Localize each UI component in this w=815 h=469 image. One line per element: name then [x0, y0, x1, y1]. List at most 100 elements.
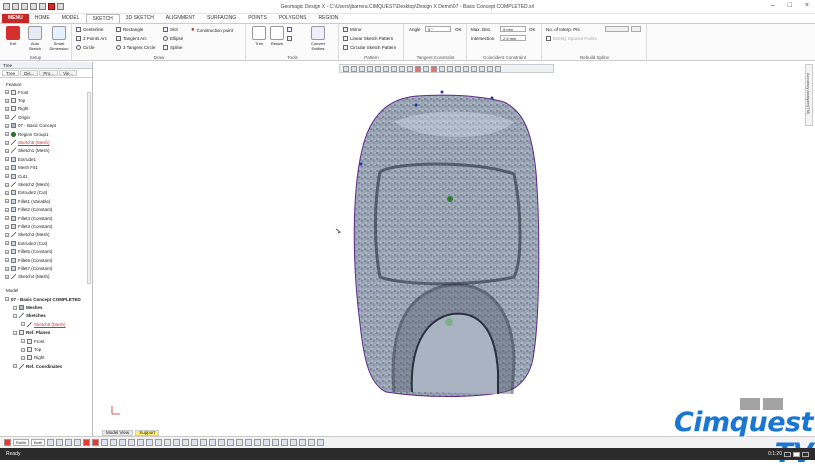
tree-item[interactable]: + Fillet6 (Constant) [5, 256, 52, 264]
tree-item[interactable]: + Fillet3 (Constant) [5, 222, 52, 230]
bottom-tool-28-icon[interactable] [290, 439, 298, 446]
bottom-tool-15-icon[interactable] [173, 439, 181, 446]
circular-pattern-button[interactable]: Circular Sketch Pattern [343, 45, 396, 50]
tangent-arc-button[interactable]: Tangent Arc [116, 36, 147, 41]
three-tangent-circle-button[interactable]: 3 Tangent Circle [116, 45, 155, 50]
tree-item[interactable]: + Cut1 [5, 172, 28, 180]
tab-view[interactable]: Vie... [59, 70, 78, 76]
intersection-field[interactable]: 2.5 mm [500, 35, 526, 41]
model-tree-item[interactable]: − Top [21, 345, 41, 353]
tree-item[interactable]: + Sketch2 (Mesh) [5, 180, 50, 188]
circle-button[interactable]: Circle [76, 45, 95, 50]
expand-toggle-icon[interactable]: + [5, 115, 9, 120]
menu-region[interactable]: REGION [313, 14, 345, 23]
bottom-tool-18-icon[interactable] [200, 439, 208, 446]
tangent-ok-button[interactable]: OK [455, 27, 462, 32]
bottom-tool-25-icon[interactable] [263, 439, 271, 446]
collapse-toggle-icon[interactable]: − [13, 313, 17, 318]
bottom-tool-7-icon[interactable] [101, 439, 109, 446]
coincident-ok-button[interactable]: OK [529, 27, 536, 32]
expand-toggle-icon[interactable]: + [5, 182, 9, 187]
expand-toggle-icon[interactable]: + [5, 90, 9, 95]
trim-button[interactable]: Trim [249, 26, 269, 46]
feature-tree-scrollbar[interactable] [87, 92, 91, 284]
mirror-button[interactable]: Mirror [343, 27, 362, 32]
bottom-tool-19-icon[interactable] [209, 439, 217, 446]
expand-toggle-icon[interactable]: + [5, 199, 9, 204]
rectangle-button[interactable]: Rectangle [116, 27, 143, 32]
tree-item[interactable]: + Sketch4 (Mesh) [5, 273, 50, 281]
tab-tree[interactable]: Tree [2, 70, 20, 76]
tree-item[interactable]: + Extrude1 [5, 155, 36, 163]
expand-toggle-icon[interactable]: + [5, 207, 9, 212]
tree-item[interactable]: + Extrude3 (Cut) [5, 239, 47, 247]
construction-point-button[interactable]: ● Construction point [191, 27, 233, 33]
bottom-tool-10-icon[interactable] [128, 439, 136, 446]
tree-item[interactable]: + Origin [5, 113, 30, 121]
tree-item[interactable]: + Fillet7 (Constant) [5, 264, 52, 272]
tool-small-1[interactable] [287, 27, 292, 32]
model-viewport[interactable]: Accuracy Analyzer(TM) [94, 62, 815, 430]
three-point-arc-button[interactable]: 3 Points Arc [76, 36, 107, 41]
collapse-toggle-icon[interactable]: − [13, 330, 17, 335]
tree-item[interactable]: + Mesh Fit1 [5, 164, 38, 172]
interp-ok-button[interactable] [631, 26, 641, 32]
auto-sketch-button[interactable]: Auto Sketch [25, 26, 45, 51]
collapse-toggle-icon[interactable]: − [13, 364, 17, 369]
bottom-tool-20-icon[interactable] [218, 439, 226, 446]
menu-3d-sketch[interactable]: 3D SKETCH [120, 14, 160, 23]
model-tree-item[interactable]: − Ref. Planes [13, 329, 50, 337]
bottom-tool-12-icon[interactable] [146, 439, 154, 446]
evenly-spaced-checkbox[interactable]: Evenly Spaced Points [546, 36, 597, 41]
status-indicator-1[interactable] [784, 451, 791, 457]
expand-toggle-icon[interactable]: + [5, 241, 9, 246]
expand-toggle-icon[interactable]: + [5, 132, 9, 137]
expand-toggle-icon[interactable]: + [5, 174, 9, 179]
tree-item[interactable]: + Fillet5 (Constant) [5, 248, 52, 256]
tree-item[interactable]: + Fillet2 (Constant) [5, 206, 52, 214]
expand-toggle-icon[interactable]: + [5, 258, 9, 263]
minimize-icon[interactable]: – [771, 2, 775, 9]
bottom-tool-29-icon[interactable] [299, 439, 307, 446]
bottom-tool-26-icon[interactable] [272, 439, 280, 446]
collapse-toggle-icon[interactable]: − [21, 355, 25, 360]
menu-sketch[interactable]: SKETCH [85, 14, 120, 23]
resize-button[interactable]: Resize [267, 26, 287, 46]
centerline-button[interactable]: Centerline [76, 27, 104, 32]
menu-model[interactable]: MODEL [56, 14, 86, 23]
bottom-tool-2-icon[interactable] [56, 439, 64, 446]
tab-display[interactable]: Dis... [20, 70, 39, 76]
interp-field[interactable] [605, 26, 629, 32]
bottom-tool-16-icon[interactable] [182, 439, 190, 446]
spline-button[interactable]: Spline [163, 45, 183, 50]
select-tool-icon[interactable] [4, 439, 11, 446]
tree-item[interactable]: + Sketch1 (Mesh) [5, 147, 50, 155]
bottom-tool-31-icon[interactable] [317, 439, 325, 446]
bottom-tool-17-icon[interactable] [191, 439, 199, 446]
menu-polygons[interactable]: POLYGONS [273, 14, 313, 23]
model-tree-item[interactable]: − Meshes [13, 303, 43, 311]
tree-item[interactable]: + Region Group1 [5, 130, 49, 138]
expand-toggle-icon[interactable]: + [5, 148, 9, 153]
collapse-toggle-icon[interactable]: − [13, 305, 17, 310]
tree-item[interactable]: + Fillet1 (Variable) [5, 197, 50, 205]
expand-toggle-icon[interactable]: + [5, 274, 9, 279]
model-tree-item[interactable]: − Right [21, 354, 45, 362]
bottom-tool-30-icon[interactable] [308, 439, 316, 446]
menu-surfacing[interactable]: SURFACING [201, 14, 242, 23]
linear-pattern-button[interactable]: Linear Sketch Pattern [343, 36, 393, 41]
exit-button[interactable]: Exit [3, 26, 23, 46]
bottom-tool-5-icon[interactable] [83, 439, 91, 446]
convert-entities-button[interactable]: Convert Entities [307, 26, 329, 51]
bottom-tool-22-icon[interactable] [236, 439, 244, 446]
expand-toggle-icon[interactable]: + [5, 165, 9, 170]
max-dist-field[interactable]: 5 mm [500, 26, 526, 32]
tree-item[interactable]: + Sketch5 (Mesh) [5, 138, 50, 146]
bottom-tool-11-icon[interactable] [137, 439, 145, 446]
tree-item[interactable]: + Top [5, 96, 25, 104]
collapse-toggle-icon[interactable]: − [21, 339, 25, 344]
bottom-tool-6-icon[interactable] [92, 439, 100, 446]
smart-dimension-button[interactable]: Smart Dimension [47, 26, 71, 51]
tree-item[interactable]: + Fillet4 (Constant) [5, 214, 52, 222]
tree-item[interactable]: + Extrude2 (Cut) [5, 189, 47, 197]
